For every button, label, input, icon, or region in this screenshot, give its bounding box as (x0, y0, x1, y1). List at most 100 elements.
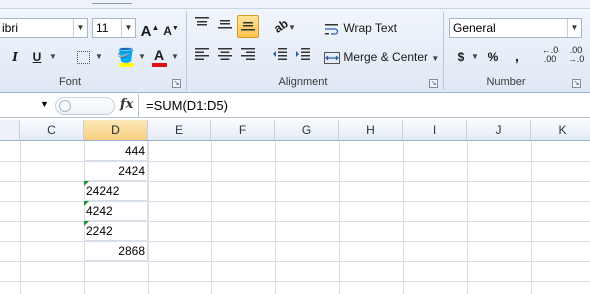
underline-button[interactable]: U (30, 46, 44, 68)
wrap-text-icon (325, 23, 339, 35)
merge-center-button[interactable]: Merge & Center ▼ (324, 46, 440, 68)
chevron-down-icon[interactable]: ▼ (121, 19, 135, 37)
chevron-down-icon[interactable]: ▼ (431, 54, 439, 63)
paint-bucket-icon: 🪣 (117, 47, 135, 63)
chevron-down-icon[interactable]: ▼ (94, 46, 104, 68)
cell-d4[interactable]: 4242 (84, 201, 148, 221)
orientation-button[interactable]: ab▼ (271, 15, 298, 37)
gridline (531, 141, 532, 294)
merge-center-icon (324, 51, 340, 64)
top-align-icon (195, 17, 209, 26)
decrease-indent-button[interactable] (270, 46, 290, 68)
bottom-align-button[interactable] (237, 15, 259, 38)
column-header-c[interactable]: C (20, 120, 84, 141)
chevron-down-icon[interactable]: ▼ (137, 46, 147, 68)
wrap-text-button[interactable]: Wrap Text (324, 17, 402, 39)
gridline (0, 261, 590, 262)
number-group-label: Number (486, 76, 526, 88)
increase-decimal-button[interactable]: ←.0 .00 (539, 44, 561, 66)
ribbon-top-strip (0, 0, 590, 9)
gridline (211, 141, 212, 294)
formula-input[interactable]: =SUM(D1:D5) (138, 94, 590, 117)
column-header-e[interactable]: E (148, 120, 211, 141)
italic-button[interactable]: I (8, 46, 22, 68)
column-header-g[interactable]: G (275, 120, 339, 141)
insert-function-icon[interactable]: fx (120, 97, 133, 112)
merge-center-label: Merge & Center (343, 50, 429, 64)
alignment-dialog-launcher-icon[interactable]: ↘ (429, 79, 438, 88)
group-separator (443, 12, 444, 90)
error-indicator-icon[interactable] (84, 181, 89, 186)
font-size-combo[interactable]: 11 ▼ (92, 18, 136, 38)
error-indicator-icon[interactable] (84, 201, 89, 206)
worksheet-grid: C D E F G H I J K 444 2424 24242 4242 22… (0, 120, 590, 294)
chevron-down-icon[interactable]: ▼ (567, 19, 581, 37)
cell-value: 444 (124, 144, 145, 158)
cell-d3[interactable]: 24242 (84, 181, 148, 201)
number-format-combo[interactable]: General ▼ (449, 18, 582, 38)
cell-d5[interactable]: 2242 (84, 221, 148, 241)
wrap-text-label: Wrap Text (343, 21, 397, 35)
column-header-h[interactable]: H (339, 120, 403, 141)
ribbon: ibri ▼ 11 ▼ A▲ A▼ I U ▼ ▼ 🪣 ▼ A ▼ Font ↘… (0, 0, 590, 93)
font-dialog-launcher-icon[interactable]: ↘ (172, 79, 181, 88)
align-center-icon (218, 48, 232, 60)
decrease-decimal-button[interactable]: .00 →.0 (565, 44, 587, 66)
font-group-label: Font (58, 76, 81, 88)
formula-bar-grip-icon[interactable] (59, 100, 71, 112)
increase-decimal-bottom: .00 (543, 54, 557, 64)
cell-value: 2424 (118, 164, 145, 178)
chevron-down-icon[interactable]: ▼ (73, 19, 87, 37)
grow-font-button[interactable]: A▲ (140, 17, 160, 40)
increase-indent-icon (296, 48, 310, 60)
bottom-align-icon (241, 22, 255, 31)
column-header-j[interactable]: J (467, 120, 531, 141)
error-indicator-icon[interactable] (84, 221, 89, 226)
chevron-down-icon[interactable]: ▼ (48, 46, 58, 68)
font-name-combo[interactable]: ibri ▼ (0, 18, 88, 38)
grow-font-icon: A (140, 23, 152, 40)
font-color-button[interactable]: A (150, 44, 168, 67)
decrease-decimal-bottom: →.0 (567, 54, 585, 64)
orientation-icon: ab (271, 16, 291, 36)
percent-button[interactable]: % (485, 46, 501, 68)
column-header-d[interactable]: D (84, 120, 148, 141)
column-header-f[interactable]: F (211, 120, 275, 141)
number-dialog-launcher-icon[interactable]: ↘ (572, 79, 581, 88)
gridline (0, 281, 590, 282)
comma-style-button[interactable]: , (511, 45, 523, 67)
gridline (403, 141, 404, 294)
fill-color-button[interactable]: 🪣 (116, 44, 136, 67)
borders-icon (76, 51, 90, 65)
align-center-button[interactable] (215, 46, 235, 68)
shrink-font-button[interactable]: A▼ (162, 18, 180, 40)
row-header-corner (0, 120, 20, 141)
formula-bar: ▼ fx =SUM(D1:D5) (0, 94, 590, 118)
cell-value: 24242 (86, 184, 120, 198)
chevron-down-icon[interactable]: ▼ (170, 46, 180, 68)
top-align-button[interactable] (192, 15, 212, 37)
increase-indent-button[interactable] (293, 46, 313, 68)
middle-align-button[interactable] (215, 15, 235, 37)
gridline (20, 141, 21, 294)
font-color-icon: A (153, 47, 165, 63)
cell-d1[interactable]: 444 (84, 141, 148, 161)
name-box-dropdown-icon[interactable]: ▼ (40, 99, 49, 109)
column-header-k[interactable]: K (531, 120, 590, 141)
cell-value: 2868 (118, 244, 145, 258)
column-header-i[interactable]: I (403, 120, 467, 141)
chevron-down-icon[interactable]: ▼ (470, 46, 480, 68)
gridline (148, 141, 149, 294)
middle-align-icon (218, 20, 232, 29)
borders-button[interactable] (74, 46, 92, 68)
align-left-button[interactable] (192, 46, 212, 68)
cell-d6[interactable]: 2868 (84, 241, 148, 261)
font-color-bar (152, 63, 167, 67)
currency-button[interactable]: $ (454, 46, 468, 68)
align-left-icon (195, 48, 209, 60)
align-right-button[interactable] (238, 46, 258, 68)
group-separator (186, 12, 187, 90)
cell-d2[interactable]: 2424 (84, 161, 148, 181)
gridline (275, 141, 276, 294)
gridline (467, 141, 468, 294)
